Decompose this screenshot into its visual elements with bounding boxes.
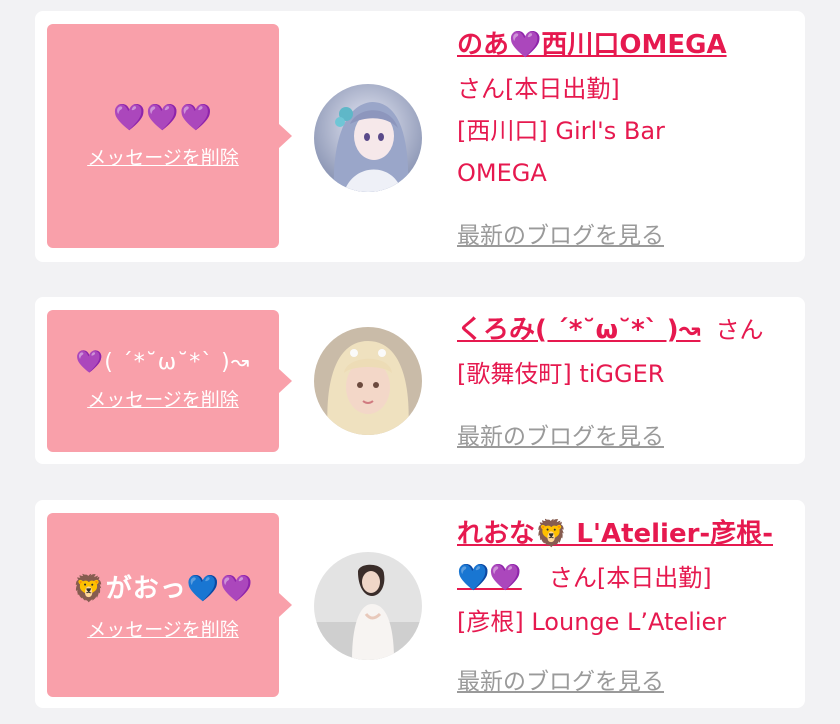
message-text: 🦁がおっ💙💜: [72, 574, 254, 604]
message-bubble: 🦁がおっ💙💜 メッセージを削除: [47, 513, 292, 697]
avatar[interactable]: [314, 552, 422, 660]
delete-message-link[interactable]: メッセージを削除: [87, 385, 239, 412]
message-card: 🦁がおっ💙💜 メッセージを削除 れおな🦁 L'Atelier-彦根- 💙💜 さん…: [35, 500, 805, 708]
cast-info: くろみ( ˊ*˘ω˘*ˋ )↝ さん [歌舞伎町] tiGGER: [457, 309, 802, 395]
cast-status: さん: [715, 316, 764, 344]
message-card: 💜( ˊ*˘ω˘*ˋ )↝ メッセージを削除 くろみ( ˊ*˘ω˘*ˋ )↝ さ…: [35, 297, 805, 464]
delete-message-link[interactable]: メッセージを削除: [87, 615, 239, 642]
cast-name-link[interactable]: のあ💜西川口OMEGA: [457, 30, 727, 60]
cast-name-link[interactable]: れおな🦁 L'Atelier-彦根-: [457, 519, 773, 549]
cast-info: のあ💜西川口OMEGA さん[本日出勤] [西川口] Girl's Bar OM…: [457, 25, 802, 194]
delete-message-link[interactable]: メッセージを削除: [87, 143, 239, 170]
avatar[interactable]: [314, 327, 422, 435]
latest-blog-link[interactable]: 最新のブログを見る: [457, 417, 664, 451]
shop-name: [彦根] Lounge L’Atelier: [457, 608, 727, 636]
cast-name-link-cont[interactable]: 💙💜: [457, 563, 522, 593]
cast-status: さん[本日出勤]: [457, 75, 620, 103]
cast-name-link[interactable]: くろみ( ˊ*˘ω˘*ˋ )↝: [457, 315, 700, 345]
shop-name-line2: OMEGA: [457, 159, 547, 187]
cast-status: さん[本日出勤]: [548, 564, 712, 592]
message-bubble: 💜💜💜 メッセージを削除: [47, 24, 292, 248]
avatar-woman-photo-icon: [314, 552, 422, 660]
latest-blog-link[interactable]: 最新のブログを見る: [457, 662, 664, 696]
shop-name-line1: [西川口] Girl's Bar: [457, 117, 665, 145]
cast-info: れおな🦁 L'Atelier-彦根- 💙💜 さん[本日出勤] [彦根] Loun…: [457, 514, 802, 643]
message-text: 💜( ˊ*˘ω˘*ˋ )↝: [75, 350, 251, 375]
shop-name: [歌舞伎町] tiGGER: [457, 360, 665, 388]
message-text: 💜💜💜: [112, 102, 214, 133]
avatar-blonde-girl-icon: [314, 327, 422, 435]
latest-blog-link[interactable]: 最新のブログを見る: [457, 216, 664, 250]
avatar[interactable]: [314, 84, 422, 192]
avatar-anime-girl-icon: [314, 84, 422, 192]
message-bubble: 💜( ˊ*˘ω˘*ˋ )↝ メッセージを削除: [47, 310, 292, 452]
message-card: 💜💜💜 メッセージを削除 のあ💜西川口OMEGA さん[本日出勤] [西川口] …: [35, 11, 805, 262]
